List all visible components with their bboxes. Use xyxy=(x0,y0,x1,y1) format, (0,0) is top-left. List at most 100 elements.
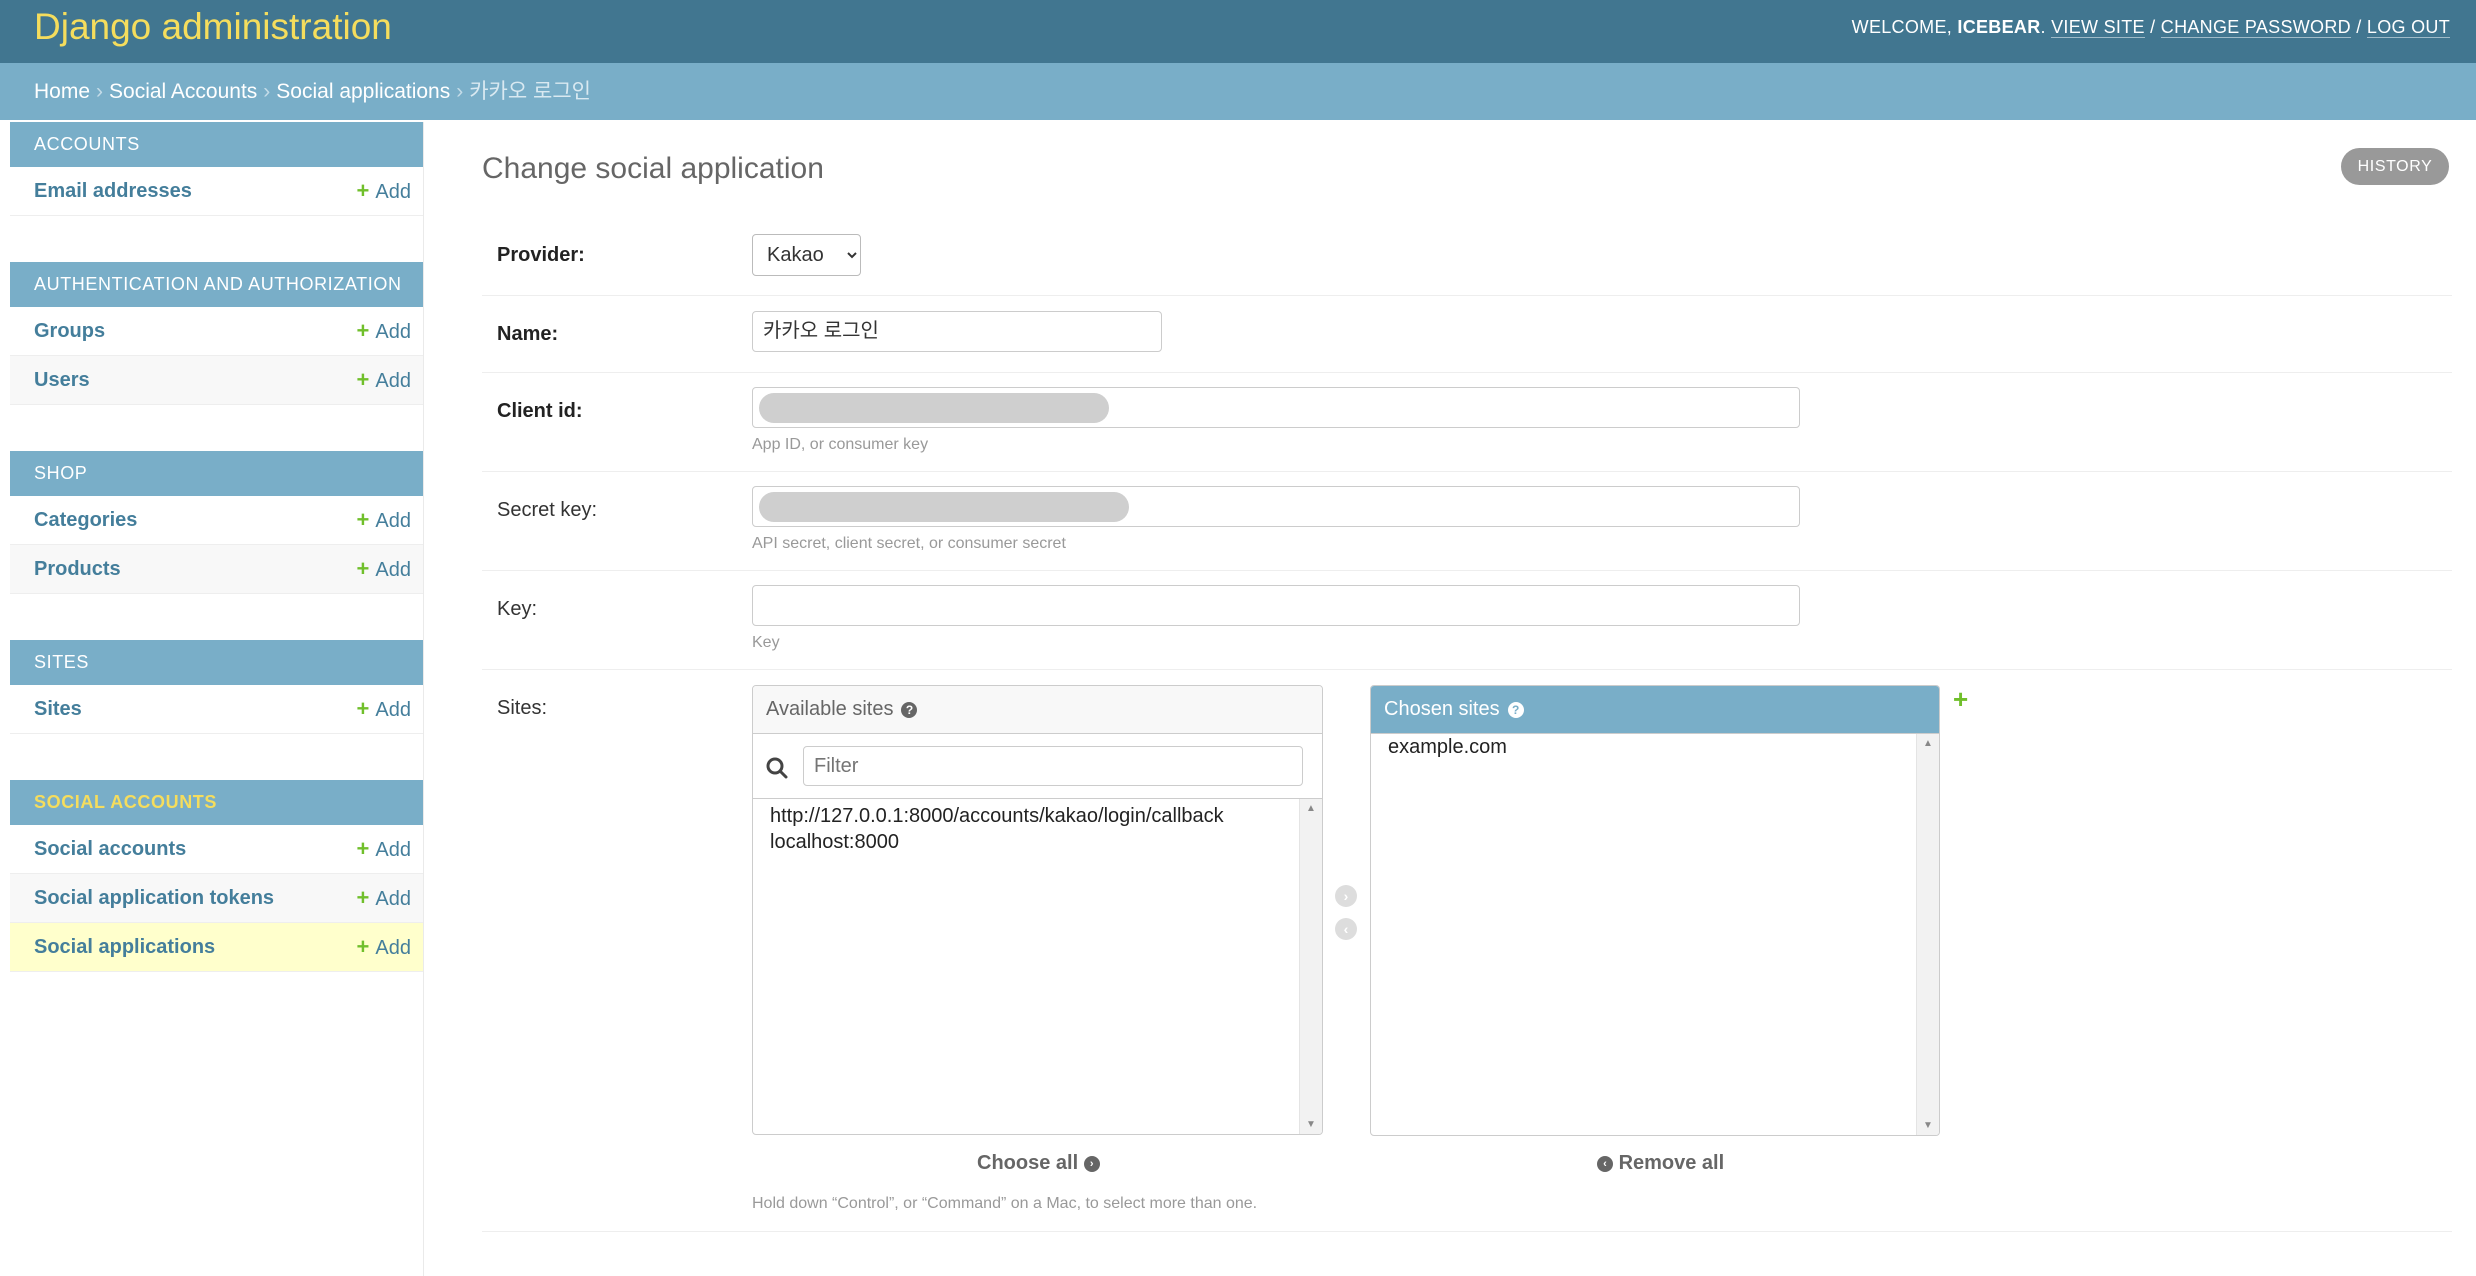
sidebar-item-products[interactable]: Products + Add xyxy=(10,545,423,594)
list-item[interactable]: localhost:8000 xyxy=(753,829,1300,855)
change-password-link[interactable]: CHANGE PASSWORD xyxy=(2160,17,2351,38)
module-shop: SHOP Categories + Add Products + Add xyxy=(10,451,423,594)
form-row-key: Key: Key xyxy=(482,571,2452,670)
client-id-input[interactable] xyxy=(752,387,1800,428)
site-branding[interactable]: Django administration xyxy=(34,6,392,48)
name-label: Name: xyxy=(497,323,559,345)
add-label: Add xyxy=(375,321,411,343)
help-icon[interactable]: ? xyxy=(1507,701,1524,718)
scroll-down-icon[interactable]: ▼ xyxy=(1300,1119,1322,1130)
sidebar-item-label[interactable]: Email addresses xyxy=(34,167,192,215)
list-item[interactable]: http://127.0.0.1:8000/accounts/kakao/log… xyxy=(753,803,1300,829)
add-link[interactable]: + Add xyxy=(357,874,411,923)
sidebar-item-categories[interactable]: Categories + Add xyxy=(10,496,423,545)
secret-key-input[interactable] xyxy=(752,486,1800,527)
logout-link[interactable]: LOG OUT xyxy=(2366,17,2450,38)
module-caption[interactable]: ACCOUNTS xyxy=(10,122,423,167)
separator: / xyxy=(2150,17,2156,37)
key-input[interactable] xyxy=(752,585,1800,626)
breadcrumb-separator: › xyxy=(263,80,271,103)
sidebar-item-label[interactable]: Users xyxy=(34,356,90,404)
available-sites-header: Available sites? xyxy=(753,686,1322,734)
sidebar-item-social-application-tokens[interactable]: Social application tokens + Add xyxy=(10,874,423,923)
breadcrumb-home[interactable]: Home xyxy=(34,80,90,103)
chevron-right-icon: › xyxy=(1083,1155,1100,1172)
module-caption[interactable]: SOCIAL ACCOUNTS xyxy=(10,780,423,825)
list-item[interactable]: example.com xyxy=(1371,734,1917,760)
breadcrumb-model[interactable]: Social applications xyxy=(276,80,450,103)
module-caption[interactable]: AUTHENTICATION AND AUTHORIZATION xyxy=(10,262,423,307)
add-link[interactable]: + Add xyxy=(357,496,411,545)
breadcrumb-separator: › xyxy=(96,80,104,103)
breadcrumb-current: 카카오 로그인 xyxy=(469,80,591,103)
remove-selected-icon[interactable]: ‹ xyxy=(1335,918,1357,940)
sidebar-item-email-addresses[interactable]: Email addresses + Add xyxy=(10,167,423,216)
remove-all-button[interactable]: ‹ Remove all xyxy=(1597,1152,1724,1175)
search-icon xyxy=(766,757,788,779)
plus-icon: + xyxy=(356,507,370,532)
sidebar-item-label[interactable]: Social accounts xyxy=(34,825,186,873)
form-row-secret-key: Secret key: API secret, client secret, o… xyxy=(482,472,2452,571)
sidebar-item-label[interactable]: Sites xyxy=(34,685,82,733)
choose-all-label: Choose all xyxy=(977,1152,1079,1174)
breadcrumb-app[interactable]: Social Accounts xyxy=(109,80,257,103)
nav-sidebar: ACCOUNTS Email addresses + Add AUTHENTICA… xyxy=(10,122,424,1276)
add-link[interactable]: + Add xyxy=(357,685,411,734)
scroll-down-icon[interactable]: ▼ xyxy=(1917,1120,1939,1131)
plus-icon: + xyxy=(356,885,370,910)
user-tools: WELCOME, ICEBEAR. VIEW SITE / CHANGE PAS… xyxy=(1851,17,2450,38)
available-sites-list[interactable]: http://127.0.0.1:8000/accounts/kakao/log… xyxy=(753,799,1300,855)
form-row-client-id: Client id: App ID, or consumer key xyxy=(482,373,2452,472)
add-link[interactable]: + Add xyxy=(357,356,411,405)
add-selected-icon[interactable]: › xyxy=(1335,885,1357,907)
sidebar-item-label[interactable]: Groups xyxy=(34,307,105,355)
provider-select[interactable]: Kakao xyxy=(752,234,861,276)
sidebar-item-label[interactable]: Products xyxy=(34,545,121,593)
add-label: Add xyxy=(375,937,411,959)
redacted-value xyxy=(759,393,1109,423)
sidebar-item-label[interactable]: Categories xyxy=(34,496,137,544)
available-sites-box: Available sites? http://127.0.0.1:8000/a… xyxy=(752,685,1323,1135)
history-button[interactable]: HISTORY xyxy=(2341,148,2449,185)
sidebar-item-label[interactable]: Social application tokens xyxy=(34,874,274,922)
add-site-icon[interactable]: + xyxy=(1953,684,1968,715)
choose-all-button[interactable]: Choose all › xyxy=(977,1152,1100,1175)
secret-key-help: API secret, client secret, or consumer s… xyxy=(752,535,1066,552)
form-row-name: Name: 카카오 로그인 xyxy=(482,296,2452,373)
add-link[interactable]: + Add xyxy=(357,167,411,216)
view-site-link[interactable]: VIEW SITE xyxy=(2051,17,2145,38)
chevron-left-icon: ‹ xyxy=(1597,1155,1613,1172)
sidebar-item-groups[interactable]: Groups + Add xyxy=(10,307,423,356)
add-link[interactable]: + Add xyxy=(357,307,411,356)
filter-input[interactable] xyxy=(803,746,1303,786)
chosen-sites-list[interactable]: example.com xyxy=(1371,734,1917,760)
add-label: Add xyxy=(375,510,411,532)
add-link[interactable]: + Add xyxy=(357,545,411,594)
provider-label: Provider: xyxy=(497,244,585,266)
form-row-provider: Provider: Kakao xyxy=(482,219,2452,296)
sidebar-item-social-applications[interactable]: Social applications + Add xyxy=(10,923,423,972)
module-caption[interactable]: SHOP xyxy=(10,451,423,496)
sidebar-item-users[interactable]: Users + Add xyxy=(10,356,423,405)
name-input[interactable]: 카카오 로그인 xyxy=(752,311,1162,352)
redacted-value xyxy=(759,492,1129,522)
client-id-label: Client id: xyxy=(497,400,583,422)
sidebar-item-social-accounts[interactable]: Social accounts + Add xyxy=(10,825,423,874)
add-link[interactable]: + Add xyxy=(357,825,411,874)
scrollbar[interactable]: ▲ ▼ xyxy=(1299,799,1322,1134)
scroll-up-icon[interactable]: ▲ xyxy=(1917,738,1939,749)
breadcrumb: Home › Social Accounts › Social applications… xyxy=(0,63,2476,120)
username: ICEBEAR xyxy=(1957,17,2041,37)
plus-icon: + xyxy=(356,934,370,959)
sidebar-item-label[interactable]: Social applications xyxy=(34,923,215,971)
module-social-accounts: SOCIAL ACCOUNTS Social accounts + Add Soc… xyxy=(10,780,423,972)
sidebar-item-sites[interactable]: Sites + Add xyxy=(10,685,423,734)
add-link[interactable]: + Add xyxy=(357,923,411,972)
scrollbar[interactable]: ▲ ▼ xyxy=(1916,734,1939,1135)
plus-icon: + xyxy=(356,836,370,861)
welcome-text: WELCOME, xyxy=(1851,17,1953,37)
scroll-up-icon[interactable]: ▲ xyxy=(1300,803,1322,814)
module-caption[interactable]: SITES xyxy=(10,640,423,685)
help-icon[interactable]: ? xyxy=(901,701,918,718)
module-sites: SITES Sites + Add xyxy=(10,640,423,734)
